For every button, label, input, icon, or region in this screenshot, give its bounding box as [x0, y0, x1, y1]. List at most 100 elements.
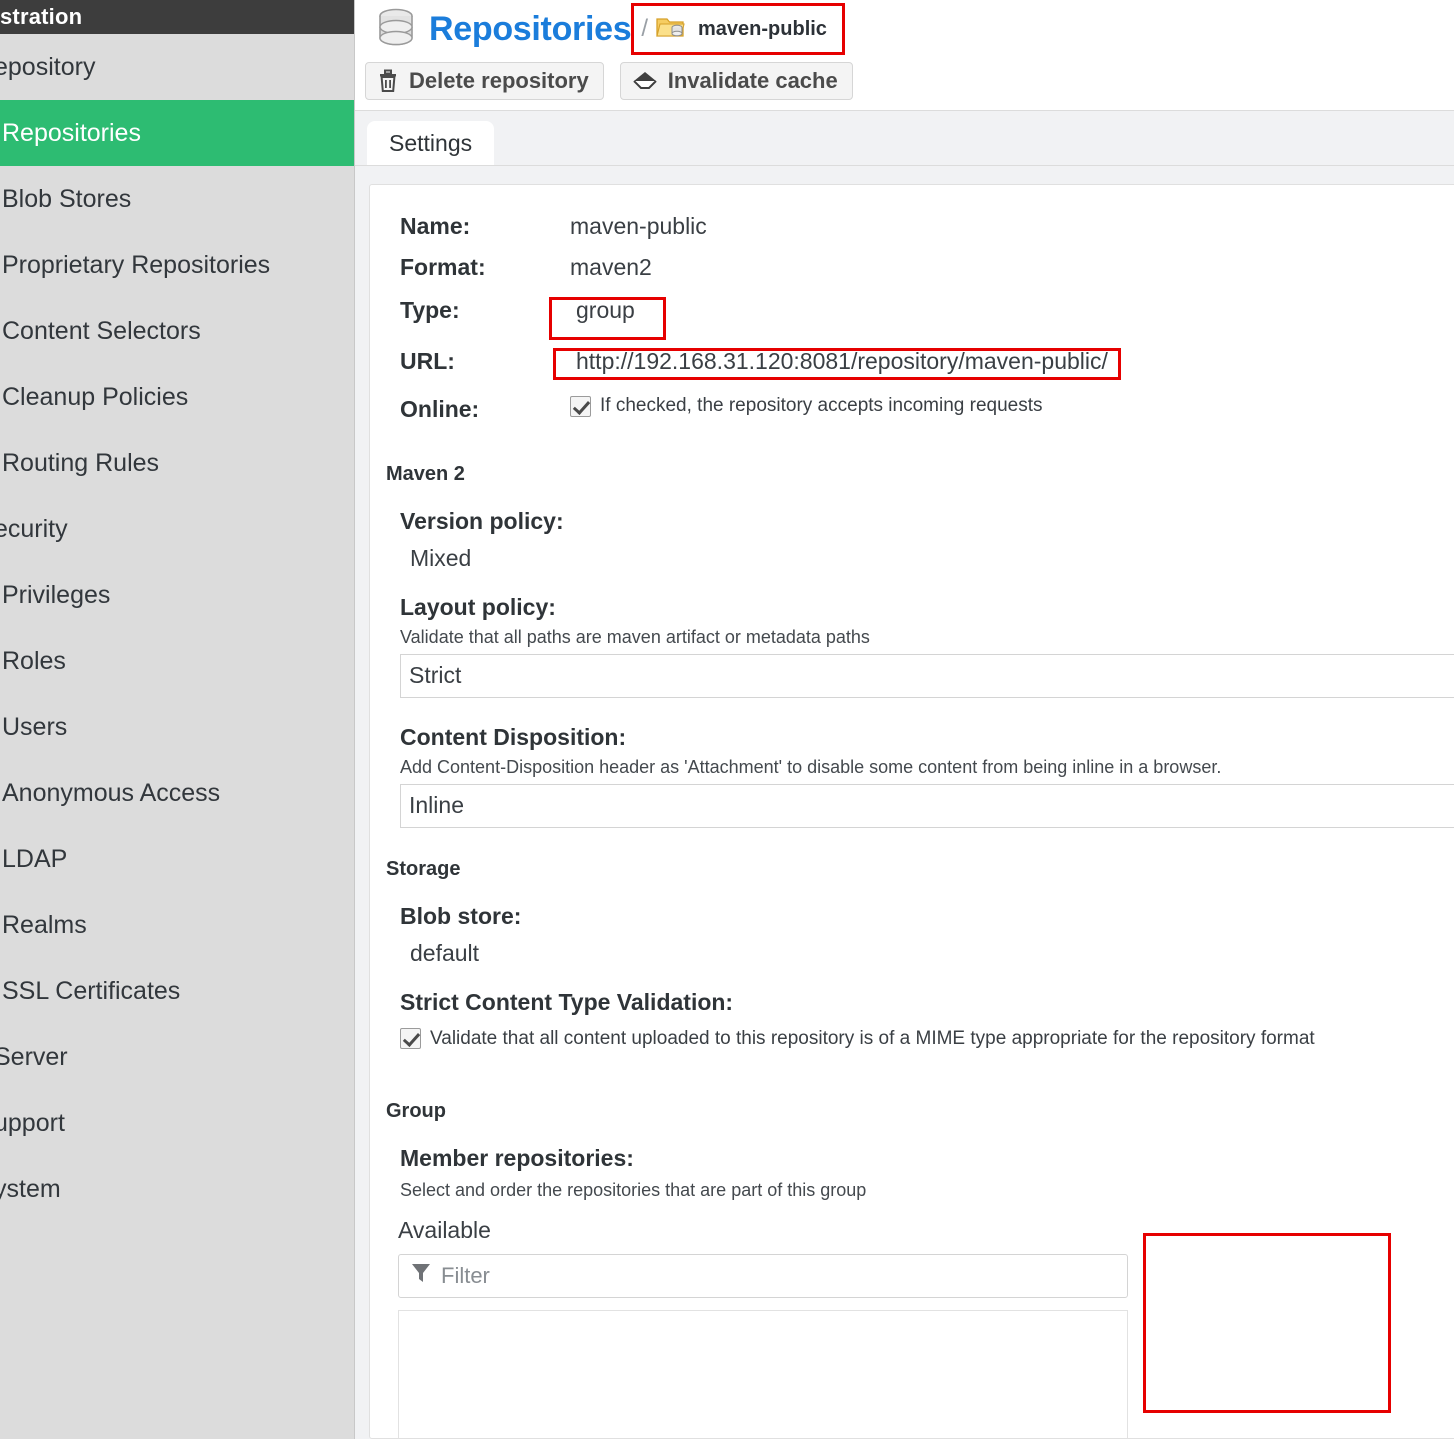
online-checkbox[interactable]	[570, 395, 591, 417]
format-label: Format:	[400, 254, 486, 280]
sidebar-item-label: upport	[0, 1108, 65, 1137]
repository-folder-icon	[656, 14, 686, 45]
field-name: Name: maven-public	[370, 213, 1454, 240]
sidebar-item-ecurity[interactable]: ecurity	[0, 496, 354, 562]
sidebar-item-routing-rules[interactable]: Routing Rules	[0, 430, 354, 496]
invalidate-cache-button[interactable]: Invalidate cache	[619, 62, 853, 100]
sidebar-item-upport[interactable]: upport	[0, 1090, 354, 1156]
content-disposition-label: Content Disposition:	[400, 723, 627, 750]
sidebar-item-roles[interactable]: Roles	[0, 628, 354, 694]
main-content: Repositories / maven-public Delete repos…	[354, 0, 1454, 1439]
funnel-icon	[411, 1262, 431, 1289]
settings-card: Name: maven-public Format: maven2 Type: …	[369, 184, 1454, 1439]
version-policy-value: Mixed	[410, 544, 472, 571]
repository-toolbar: Delete repository Invalidate cache	[355, 58, 1454, 110]
member-repos-label: Member repositories:	[400, 1144, 634, 1171]
delete-repository-label: Delete repository	[409, 68, 589, 93]
available-filter-input[interactable]: Filter	[398, 1253, 1128, 1298]
online-label: Online:	[400, 395, 480, 422]
sidebar-item-label: Server	[0, 1042, 68, 1071]
sidebar-item-proprietary-repositories[interactable]: Proprietary Repositories	[0, 232, 354, 298]
sidebar-item-label: SSL Certificates	[2, 976, 181, 1005]
tab-settings-label: Settings	[389, 130, 473, 156]
sidebar-item-epository[interactable]: epository	[0, 34, 354, 100]
layout-policy-selected-value: Strict	[409, 662, 462, 688]
delete-repository-button[interactable]: Delete repository	[365, 62, 604, 100]
sidebar-item-users[interactable]: Users	[0, 694, 354, 760]
sidebar-item-label: Roles	[2, 646, 66, 675]
field-url: URL: http://192.168.31.120:8081/reposito…	[370, 346, 1454, 377]
sidebar-item-label: Proprietary Repositories	[2, 250, 271, 279]
settings-scroll-area: Name: maven-public Format: maven2 Type: …	[355, 166, 1454, 1439]
sidebar-item-label: ecurity	[0, 514, 68, 543]
sidebar-item-blob-stores[interactable]: Blob Stores	[0, 166, 354, 232]
layout-policy-label: Layout policy:	[400, 593, 556, 620]
sidebar-item-ssl-certificates[interactable]: SSL Certificates	[0, 958, 354, 1024]
strict-validation-row: Validate that all content uploaded to th…	[370, 1028, 1454, 1050]
sidebar-item-label: Content Selectors	[2, 316, 201, 345]
database-icon	[377, 8, 415, 50]
version-policy-label: Version policy:	[400, 507, 564, 534]
content-disposition-selected-value: Inline	[409, 792, 464, 818]
sidebar-item-realms[interactable]: Realms	[0, 892, 354, 958]
layout-policy-helper: Validate that all paths are maven artifa…	[400, 626, 870, 647]
sidebar-item-ystem[interactable]: ystem	[0, 1156, 354, 1222]
breadcrumb-root[interactable]: Repositories	[429, 10, 632, 49]
sidebar-item-label: Repositories	[2, 118, 141, 147]
available-filter-placeholder: Filter	[441, 1262, 490, 1288]
content-disposition-select[interactable]: Inline	[400, 783, 1454, 828]
maven2-section-title: Maven 2	[386, 462, 465, 485]
name-value: maven-public	[570, 213, 707, 239]
sidebar-item-anonymous-access[interactable]: Anonymous Access	[0, 760, 354, 826]
sidebar-header-title: stration	[0, 0, 354, 34]
layout-policy-select[interactable]: Strict	[400, 653, 1454, 698]
sidebar-item-label: Routing Rules	[2, 448, 160, 477]
trash-icon	[377, 69, 399, 93]
strict-validation-label: Strict Content Type Validation:	[400, 988, 734, 1015]
sidebar-item-label: epository	[0, 52, 96, 81]
sidebar: stration epository Repositories Blob Store…	[0, 0, 354, 1439]
sidebar-item-label: Cleanup Policies	[2, 382, 189, 411]
nexus-admin-screen: stration epository Repositories Blob Store…	[0, 0, 1454, 1439]
sidebar-item-label: Privileges	[2, 580, 111, 609]
blob-store-value: default	[410, 939, 480, 966]
eraser-icon	[632, 70, 658, 92]
invalidate-cache-label: Invalidate cache	[667, 68, 838, 93]
sidebar-item-label: Anonymous Access	[2, 778, 221, 807]
sidebar-item-privileges[interactable]: Privileges	[0, 562, 354, 628]
breadcrumb-leaf-label: maven-public	[698, 17, 827, 40]
strict-validation-text: Validate that all content uploaded to th…	[430, 1027, 1315, 1049]
online-checkbox-text: If checked, the repository accepts incom…	[600, 395, 1043, 416]
online-value: If checked, the repository accepts incom…	[570, 395, 1043, 417]
sidebar-item-label: Users	[2, 712, 68, 741]
blob-store-label: Blob store:	[400, 902, 522, 929]
field-type: Type: group	[370, 295, 1454, 326]
tab-strip: Settings	[355, 110, 1454, 166]
url-value[interactable]: http://192.168.31.120:8081/repository/ma…	[570, 346, 1114, 377]
field-online: Online: If checked, the repository accep…	[370, 395, 1454, 423]
sidebar-item-content-selectors[interactable]: Content Selectors	[0, 298, 354, 364]
sidebar-item-server[interactable]: Server	[0, 1024, 354, 1090]
type-value: group	[576, 297, 635, 323]
url-label: URL:	[400, 348, 455, 374]
storage-section-title: Storage	[386, 857, 461, 880]
available-label: Available	[398, 1216, 491, 1243]
field-format: Format: maven2	[370, 254, 1454, 281]
content-disposition-helper: Add Content-Disposition header as 'Attac…	[400, 756, 1222, 777]
sidebar-item-label: Blob Stores	[2, 184, 132, 213]
member-repos-helper: Select and order the repositories that a…	[400, 1179, 867, 1200]
name-label: Name:	[400, 213, 471, 239]
available-repositories-list[interactable]	[398, 1309, 1128, 1438]
tab-settings[interactable]: Settings	[367, 121, 495, 165]
sidebar-item-label: ystem	[0, 1174, 61, 1203]
sidebar-item-ldap[interactable]: LDAP	[0, 826, 354, 892]
breadcrumb-leaf-item[interactable]: maven-public	[656, 14, 827, 45]
sidebar-item-label: Realms	[2, 910, 87, 939]
sidebar-item-label: LDAP	[2, 844, 68, 873]
format-value: maven2	[570, 254, 652, 280]
sidebar-item-cleanup-policies[interactable]: Cleanup Policies	[0, 364, 354, 430]
sidebar-item-repositories[interactable]: Repositories	[0, 100, 354, 166]
strict-validation-checkbox[interactable]	[400, 1028, 421, 1049]
breadcrumb: Repositories / maven-public	[355, 0, 1454, 58]
type-label: Type:	[400, 297, 460, 323]
